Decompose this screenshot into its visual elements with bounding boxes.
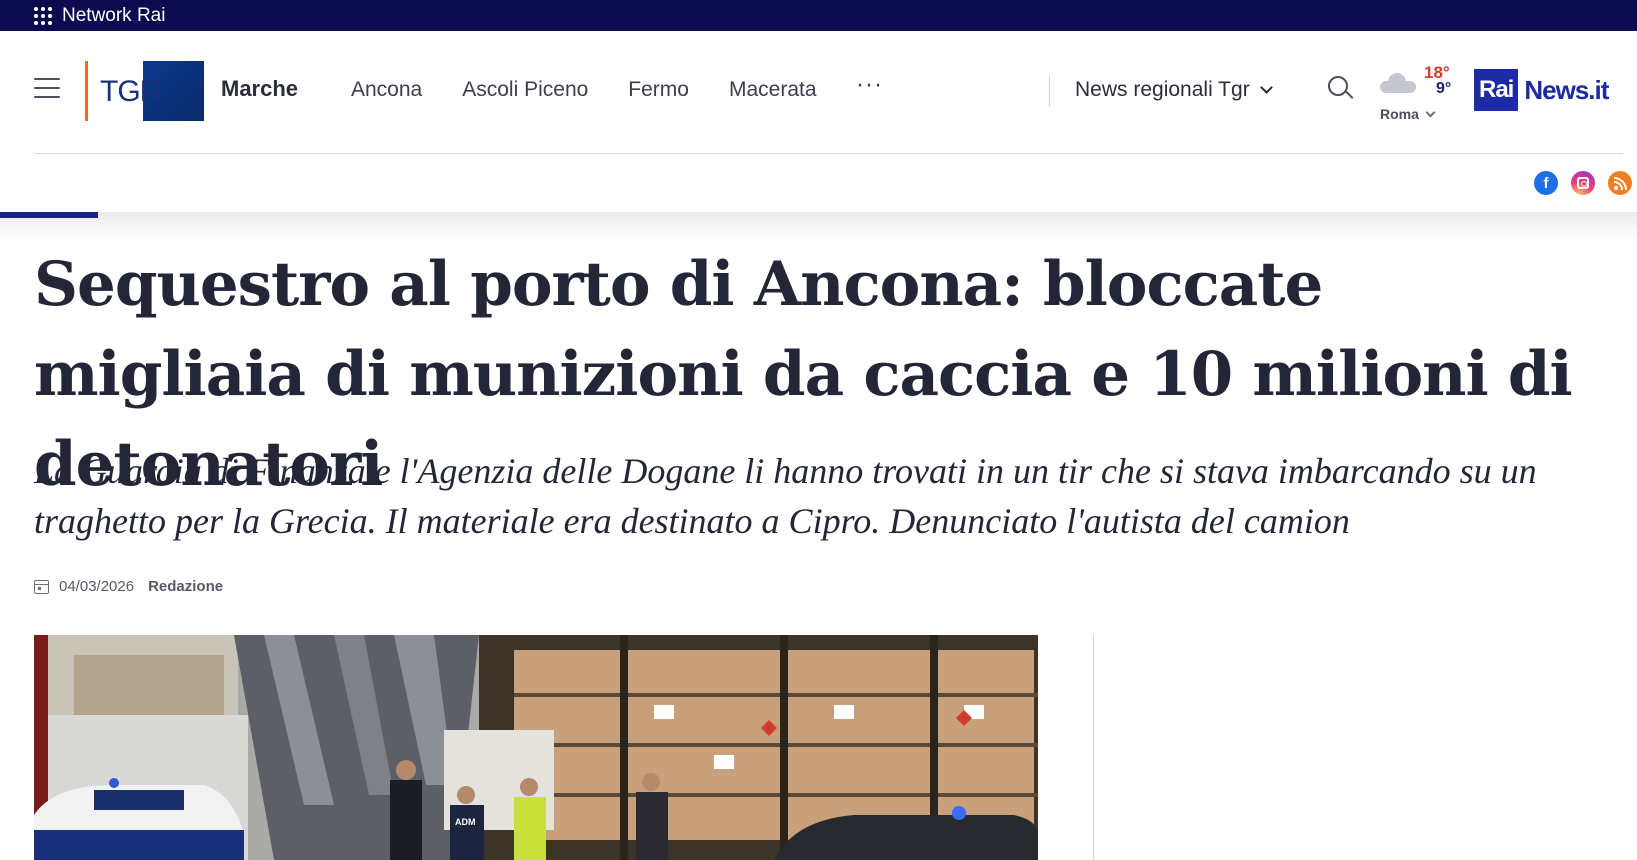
apps-grid-icon[interactable] bbox=[34, 6, 52, 25]
adm-label: ADM bbox=[455, 817, 476, 827]
network-rai-link[interactable]: Network Rai bbox=[62, 5, 165, 27]
menu-icon[interactable] bbox=[34, 78, 60, 98]
tgr-logo-text: TGR bbox=[100, 75, 161, 108]
header-divider-line bbox=[34, 153, 1623, 154]
article-meta: 04/03/2026 Redazione bbox=[34, 578, 223, 595]
weather-city-label: Roma bbox=[1380, 106, 1419, 122]
weather-widget[interactable]: 18° 9° Roma bbox=[1378, 63, 1458, 125]
article-subtitle: La Guardia di Finanza e l'Agenzia delle … bbox=[34, 451, 1537, 541]
network-bar: Network Rai bbox=[0, 0, 1637, 31]
rai-logo-text: Rai bbox=[1474, 69, 1519, 111]
tgr-logo[interactable]: TGR bbox=[85, 61, 204, 121]
region-title[interactable]: Marche bbox=[221, 76, 298, 102]
news-regionali-label: News regionali Tgr bbox=[1075, 78, 1250, 101]
news-logo-text: News.it bbox=[1524, 74, 1609, 105]
nav-item-ancona[interactable]: Ancona bbox=[351, 78, 422, 102]
site-header: TGR Marche Ancona Ascoli Piceno Fermo Ma… bbox=[0, 31, 1637, 155]
social-links: f bbox=[1521, 171, 1632, 195]
nav-item-macerata[interactable]: Macerata bbox=[729, 78, 817, 102]
province-nav: Ancona Ascoli Piceno Fermo Macerata ··· bbox=[351, 74, 884, 102]
instagram-icon[interactable] bbox=[1571, 171, 1595, 195]
rainews-logo[interactable]: Rai News.it bbox=[1474, 69, 1609, 111]
facebook-icon[interactable]: f bbox=[1534, 171, 1558, 195]
nav-item-fermo[interactable]: Fermo bbox=[628, 78, 689, 102]
more-icon[interactable]: ··· bbox=[857, 74, 884, 99]
article-photo[interactable]: ADM bbox=[34, 635, 1038, 860]
rss-icon[interactable] bbox=[1608, 171, 1632, 195]
sidebar-divider bbox=[1093, 635, 1094, 860]
chevron-down-icon bbox=[1425, 107, 1436, 117]
article-date: 04/03/2026 bbox=[59, 578, 135, 595]
article-photo-illustration: ADM bbox=[34, 635, 1038, 860]
weather-city[interactable]: Roma bbox=[1380, 106, 1436, 122]
header-divider bbox=[1049, 75, 1050, 107]
news-regionali-dropdown[interactable]: News regionali Tgr bbox=[1075, 78, 1273, 102]
nav-item-ascoli-piceno[interactable]: Ascoli Piceno bbox=[462, 78, 588, 102]
reading-progress-bar bbox=[0, 212, 99, 218]
cloud-icon bbox=[1380, 73, 1416, 93]
chevron-down-icon bbox=[1259, 80, 1273, 94]
temp-min: 9° bbox=[1436, 80, 1452, 97]
search-icon[interactable] bbox=[1328, 76, 1354, 100]
article-author[interactable]: Redazione bbox=[148, 578, 223, 595]
header-shadow bbox=[0, 212, 1637, 240]
calendar-icon bbox=[34, 579, 49, 594]
